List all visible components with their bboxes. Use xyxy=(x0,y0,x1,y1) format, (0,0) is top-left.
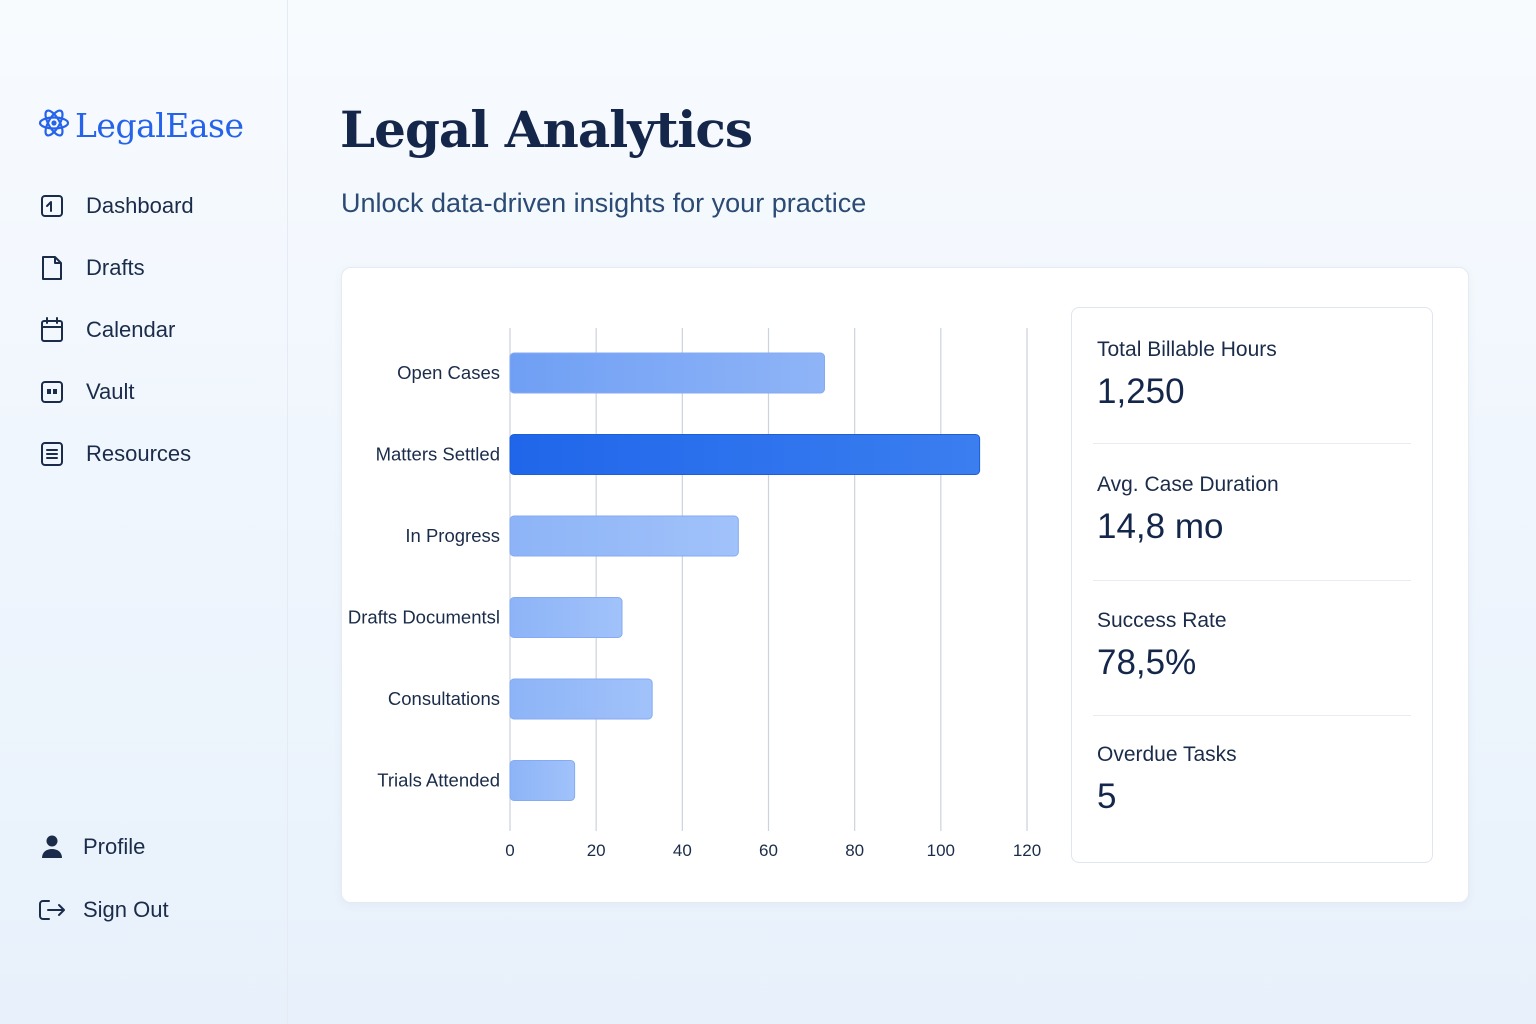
category-label: In Progress xyxy=(405,525,500,546)
sidebar-item-dashboard[interactable]: Dashboard xyxy=(38,192,194,220)
bar xyxy=(509,434,981,475)
sidebar-item-calendar[interactable]: Calendar xyxy=(38,316,175,344)
x-tick-label: 80 xyxy=(845,841,864,860)
bar xyxy=(509,597,623,638)
x-tick-label: 40 xyxy=(673,841,692,860)
user-icon xyxy=(38,833,66,861)
stat-label: Total Billable Hours xyxy=(1097,338,1277,361)
category-label: Drafts Documentsl xyxy=(348,607,500,628)
sidebar-item-drafts[interactable]: Drafts xyxy=(38,254,145,282)
stat-avg-case-duration: Avg. Case Duration 14,8 mo xyxy=(1097,473,1413,547)
x-tick-label: 20 xyxy=(587,841,606,860)
stat-value: 78,5% xyxy=(1097,643,1197,682)
sidebar-item-sign-out[interactable]: Sign Out xyxy=(38,896,169,924)
bar xyxy=(509,515,739,557)
bar-chart: 0 20 40 60 80 100 120 Open Cases Matters Settled… xyxy=(348,328,1041,860)
bar xyxy=(509,352,826,394)
dashboard-icon xyxy=(38,192,66,220)
page-title: Legal Analytics xyxy=(340,100,753,159)
sidebar-item-profile[interactable]: Profile xyxy=(38,833,145,861)
atom-icon xyxy=(38,106,70,145)
sidebar: LegalEase Dashboard Drafts Calendar Vaul… xyxy=(0,0,288,1024)
category-label: Consultations xyxy=(388,688,500,709)
stat-total-billable-hours: Total Billable Hours 1,250 xyxy=(1097,338,1413,412)
sign-out-icon xyxy=(38,896,66,924)
sidebar-item-label: Sign Out xyxy=(83,897,169,922)
sidebar-item-label: Resources xyxy=(86,441,192,466)
stat-value: 1,250 xyxy=(1097,372,1185,411)
sidebar-item-vault[interactable]: Vault xyxy=(38,378,135,406)
stat-divider xyxy=(1093,580,1411,581)
stat-label: Overdue Tasks xyxy=(1097,743,1237,766)
stat-value: 14,8 mo xyxy=(1097,507,1224,546)
sidebar-item-label: Drafts xyxy=(86,255,145,280)
sidebar-item-label: Vault xyxy=(86,379,135,404)
stat-success-rate: Success Rate 78,5% xyxy=(1097,609,1413,683)
category-label: Open Cases xyxy=(397,362,500,383)
sidebar-item-resources[interactable]: Resources xyxy=(38,440,191,468)
bar xyxy=(509,760,576,801)
brand-logo[interactable]: LegalEase xyxy=(38,106,244,145)
x-tick-label: 0 xyxy=(505,841,514,860)
brand-name: LegalEase xyxy=(75,106,244,145)
sidebar-item-label: Dashboard xyxy=(86,193,194,218)
page-subtitle: Unlock data-driven insights for your pra… xyxy=(341,188,867,218)
stat-label: Avg. Case Duration xyxy=(1097,473,1279,496)
stats-panel: Total Billable Hours 1,250 Avg. Case Dur… xyxy=(1071,307,1433,863)
sidebar-item-label: Calendar xyxy=(86,317,176,342)
x-tick-label: 60 xyxy=(759,841,778,860)
stat-divider xyxy=(1093,443,1411,444)
stat-value: 5 xyxy=(1097,777,1117,816)
calendar-icon xyxy=(38,316,66,344)
list-document-icon xyxy=(38,440,66,468)
x-tick-label: 120 xyxy=(1013,841,1041,860)
bar xyxy=(509,678,653,720)
stat-overdue-tasks: Overdue Tasks 5 xyxy=(1097,743,1413,817)
document-icon xyxy=(38,254,66,282)
category-label: Matters Settled xyxy=(376,444,500,465)
analytics-card: 0 20 40 60 80 100 120 Open Cases Matters Settled… xyxy=(341,267,1469,903)
category-label: Trials Attended xyxy=(377,770,500,791)
stat-divider xyxy=(1093,715,1411,716)
vault-icon xyxy=(38,378,66,406)
x-tick-label: 100 xyxy=(927,841,955,860)
sidebar-item-label: Profile xyxy=(83,834,146,859)
stat-label: Success Rate xyxy=(1097,609,1227,632)
